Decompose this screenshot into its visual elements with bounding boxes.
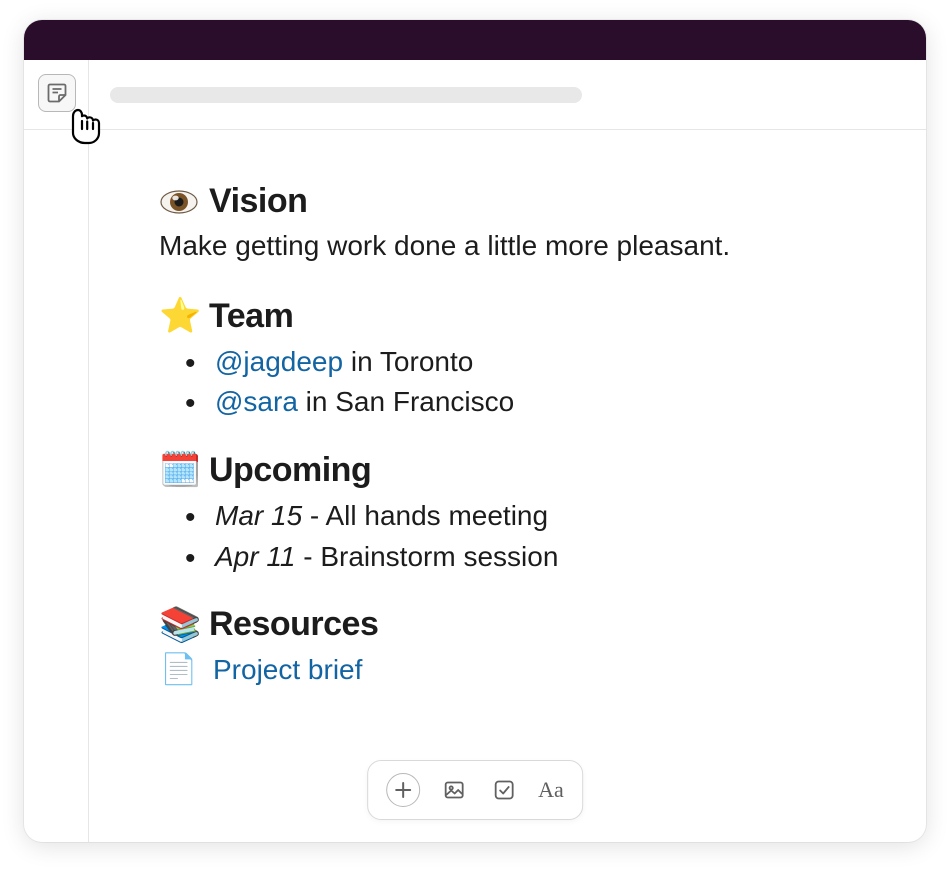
team-location: in Toronto: [343, 346, 473, 377]
list-item: @sara in San Francisco: [159, 382, 856, 423]
list-item: @jagdeep in Toronto: [159, 342, 856, 383]
eye-icon: [159, 185, 199, 219]
title-bar: [24, 20, 926, 60]
list-item: Apr 11 - Brainstorm session: [159, 537, 856, 578]
image-button[interactable]: [438, 774, 470, 806]
event-label: All hands meeting: [326, 500, 549, 531]
sidebar: [24, 60, 89, 842]
mention-link[interactable]: @sara: [215, 386, 298, 417]
vision-heading-text: Vision: [209, 182, 307, 221]
section-heading-vision: Vision: [159, 182, 856, 221]
books-icon: 📚: [159, 608, 199, 642]
calendar-icon: 🗓️: [159, 453, 199, 487]
resource-link[interactable]: Project brief: [213, 654, 362, 686]
section-heading-resources: 📚 Resources: [159, 605, 856, 644]
team-location: in San Francisco: [298, 386, 514, 417]
team-heading-text: Team: [209, 297, 293, 336]
app-window: Vision Make getting work done a little m…: [24, 20, 926, 842]
list-item: Mar 15 - All hands meeting: [159, 496, 856, 537]
checkbox-icon: [492, 778, 516, 802]
upcoming-list: Mar 15 - All hands meeting Apr 11 - Brai…: [159, 496, 856, 577]
event-sep: -: [302, 500, 325, 531]
resource-item: 📄 Project brief: [159, 652, 856, 687]
editor-toolbar: Aa: [367, 760, 583, 820]
document-content[interactable]: Vision Make getting work done a little m…: [89, 130, 926, 842]
event-date: Mar 15: [215, 500, 302, 531]
add-button[interactable]: [386, 773, 420, 807]
checklist-button[interactable]: [488, 774, 520, 806]
team-list: @jagdeep in Toronto @sara in San Francis…: [159, 342, 856, 423]
resources-heading-text: Resources: [209, 605, 378, 644]
header-row: [24, 60, 926, 130]
event-label: Brainstorm session: [320, 541, 558, 572]
text-format-button[interactable]: Aa: [538, 777, 564, 803]
document-icon: 📄: [159, 652, 199, 687]
star-icon: ⭐: [159, 299, 199, 333]
upcoming-heading-text: Upcoming: [209, 451, 371, 490]
plus-icon: [391, 778, 415, 802]
title-placeholder[interactable]: [110, 87, 582, 103]
event-date: Apr 11: [215, 541, 295, 572]
event-sep: -: [295, 541, 320, 572]
vision-body: Make getting work done a little more ple…: [159, 227, 856, 265]
mention-link[interactable]: @jagdeep: [215, 346, 343, 377]
section-heading-upcoming: 🗓️ Upcoming: [159, 451, 856, 490]
image-icon: [442, 778, 466, 802]
section-heading-team: ⭐ Team: [159, 297, 856, 336]
